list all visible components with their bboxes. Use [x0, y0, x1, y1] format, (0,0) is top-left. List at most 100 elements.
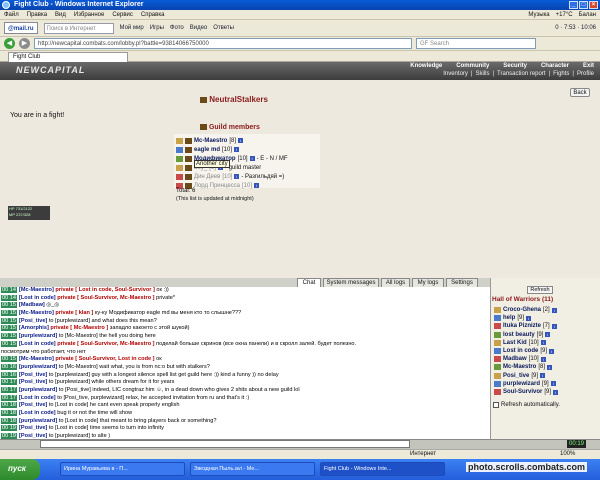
message-author[interactable]: [Lost in code]	[19, 410, 56, 416]
message-time[interactable]: 00 14	[1, 287, 17, 293]
player-name[interactable]: lost beauty	[503, 332, 535, 338]
nav-fights[interactable]: Fights	[553, 71, 569, 77]
close-button[interactable]: ×	[589, 1, 598, 9]
music-button[interactable]: Музыка	[528, 12, 549, 18]
message-author[interactable]: [purplewizard]	[19, 418, 57, 424]
tab-my-logs[interactable]: My logs	[412, 278, 444, 287]
message-time[interactable]: 00 15	[1, 356, 17, 363]
player-name[interactable]: purplewizard	[503, 381, 540, 387]
toolbar-video[interactable]: Видео	[190, 25, 208, 31]
info-icon[interactable]: i	[540, 356, 546, 362]
info-icon[interactable]: i	[526, 315, 532, 321]
message-time[interactable]: 00 14	[1, 294, 17, 301]
message-author[interactable]: [Lost in code]	[19, 295, 56, 301]
toolbar-answers[interactable]: Ответы	[213, 25, 234, 31]
nav-knowledge[interactable]: Knowledge	[410, 63, 442, 69]
message-time[interactable]: 00 15	[1, 310, 17, 317]
message-author[interactable]: [Mc-Maestro]	[19, 356, 54, 362]
info-icon[interactable]: i	[540, 373, 546, 379]
nav-transaction-report[interactable]: Transaction report	[497, 71, 545, 77]
info-icon[interactable]: i	[545, 332, 551, 338]
member-name[interactable]: Лорд Принцесса	[194, 183, 240, 189]
menu-file[interactable]: Файл	[4, 12, 19, 18]
taskbar-item[interactable]: Fight Club - Windows Inte...	[320, 462, 445, 476]
message-time[interactable]: 00 18	[1, 410, 17, 416]
player-name[interactable]: Posi_tive	[503, 373, 529, 379]
address-bar[interactable]: http://newcapital.combats.com/lobby.pl?b…	[34, 38, 412, 49]
nav-community[interactable]: Community	[456, 63, 489, 69]
message-time[interactable]: 00 17	[1, 386, 17, 393]
member-name[interactable]: Mc-Maestro	[194, 138, 227, 144]
player-name[interactable]: Ituka Piznizte	[503, 323, 541, 329]
mailru-logo[interactable]: @mail.ru	[4, 22, 38, 34]
nav-inventory[interactable]: Inventory	[443, 71, 468, 77]
message-time[interactable]: 00 17	[1, 394, 17, 401]
taskbar-item[interactable]: Звездная Пыль.avi - Me...	[190, 462, 315, 476]
message-author[interactable]: [Posi_tive]	[19, 372, 47, 378]
toolbar-photo[interactable]: Фото	[170, 25, 184, 31]
info-icon[interactable]: i	[249, 156, 255, 161]
menu-help[interactable]: Справка	[141, 12, 165, 18]
message-author[interactable]: [Posi_tive]	[19, 402, 47, 408]
info-icon[interactable]: i	[551, 323, 557, 329]
info-icon[interactable]: i	[550, 381, 556, 387]
message-author[interactable]: [Posi_tive]	[19, 425, 47, 431]
message-time[interactable]: 00 16	[1, 371, 17, 378]
tab-settings[interactable]: Settings	[446, 278, 478, 287]
chat-log[interactable]: 00 14 [Mc-Maestro] private [ Lost in code…	[0, 287, 490, 439]
chat-input[interactable]	[40, 440, 410, 448]
message-author[interactable]: [Lost in code]	[19, 395, 56, 401]
message-time[interactable]: 00 18	[1, 402, 17, 409]
message-author[interactable]: [Posi_tive]	[19, 379, 47, 385]
balance-widget[interactable]: Балан	[579, 12, 596, 18]
message-author[interactable]: [Mc-Maestro]	[19, 287, 54, 293]
tab-system-messages[interactable]: System messages	[323, 278, 379, 287]
menu-edit[interactable]: Правка	[27, 12, 47, 18]
message-author[interactable]: [Posi_tive]	[19, 318, 47, 324]
player-name[interactable]: Mc-Maestro	[503, 364, 536, 370]
menu-view[interactable]: Вид	[55, 12, 66, 18]
refresh-button[interactable]: Refresh	[527, 286, 553, 294]
info-icon[interactable]: i	[254, 183, 260, 188]
tab-chat[interactable]: Chat	[297, 278, 321, 287]
message-time[interactable]: 00 17	[1, 379, 17, 386]
info-icon[interactable]: i	[234, 147, 240, 152]
message-time[interactable]: 00 18	[1, 417, 17, 424]
nav-security[interactable]: Security	[503, 63, 527, 69]
toolbar-games[interactable]: Игры	[150, 25, 164, 31]
maximize-button[interactable]: □	[579, 1, 588, 9]
forward-arrow-icon[interactable]: ▶	[19, 38, 30, 49]
browser-search-input[interactable]: GF Search	[416, 38, 536, 49]
taskbar-item[interactable]: Ирина Муравьева в - П...	[60, 462, 185, 476]
message-time[interactable]: 00 16	[1, 363, 17, 370]
tab-all-logs[interactable]: All logs	[381, 278, 410, 287]
message-author[interactable]: [Amorphis]	[19, 325, 49, 331]
tab-fight-club[interactable]: Fight Club	[8, 52, 128, 62]
message-time[interactable]: 00 19	[1, 425, 17, 432]
menu-favorites[interactable]: Избранное	[74, 12, 104, 18]
info-icon[interactable]: i	[553, 389, 559, 395]
player-name[interactable]: Lost in code	[503, 348, 538, 354]
info-icon[interactable]: i	[238, 138, 244, 143]
player-name[interactable]: Last Kid	[503, 340, 527, 346]
back-arrow-icon[interactable]: ◀	[4, 38, 15, 49]
info-icon[interactable]: i	[551, 307, 557, 313]
menu-tools[interactable]: Сервис	[112, 12, 133, 18]
player-name[interactable]: Croco-Ghena	[503, 307, 541, 313]
message-time[interactable]: 00 15	[1, 325, 17, 332]
message-author[interactable]: [purplewizard]	[19, 387, 57, 393]
zoom-level[interactable]: 100%	[560, 450, 575, 459]
player-name[interactable]: Soul-Survivor	[503, 389, 542, 395]
message-time[interactable]: 00 15	[1, 302, 17, 309]
back-button[interactable]: Back	[570, 88, 590, 97]
start-button[interactable]: пуск	[0, 459, 40, 480]
nav-exit[interactable]: Exit	[583, 63, 594, 69]
message-author[interactable]: [Mc-Maestro]	[19, 310, 54, 316]
member-name[interactable]: eagle md	[194, 147, 220, 153]
message-author[interactable]: [Lost in code]	[19, 341, 56, 347]
message-author[interactable]: [purplewizard]	[19, 333, 57, 339]
weather-widget[interactable]: +17°C	[556, 12, 573, 18]
player-name[interactable]: Madbaw	[503, 356, 527, 362]
nav-character[interactable]: Character	[541, 63, 569, 69]
nav-skills[interactable]: Skills	[475, 71, 489, 77]
